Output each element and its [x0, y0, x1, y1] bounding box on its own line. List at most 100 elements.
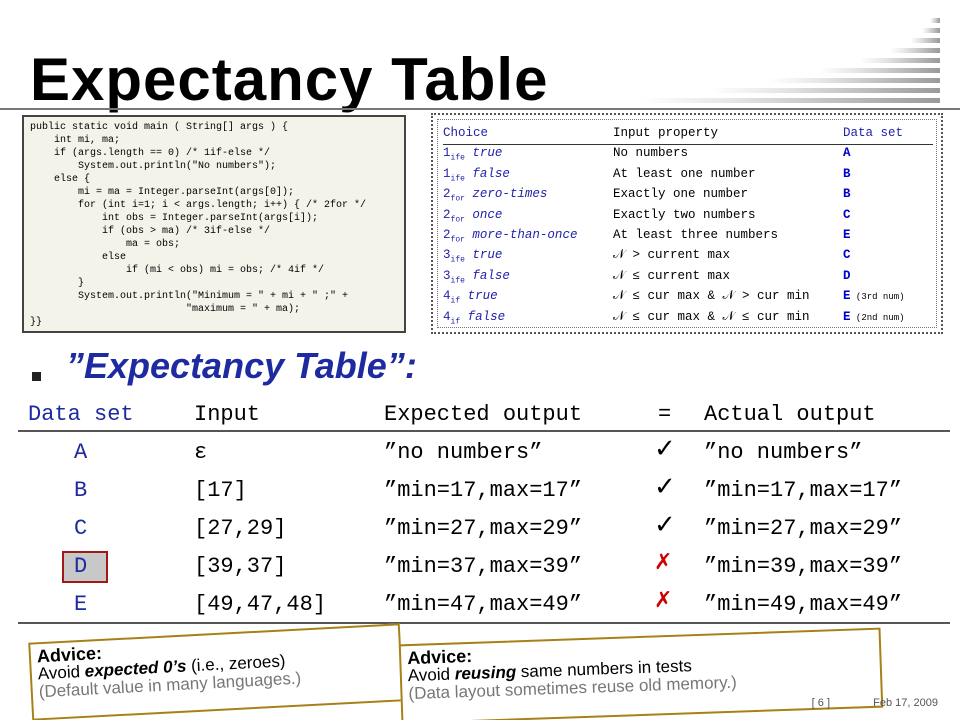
- input-property: 𝒩 ≤ cur max & 𝒩 ≤ cur min: [613, 309, 810, 324]
- choice-label: 4if true: [443, 289, 498, 306]
- input-cell: [49,47,48]: [194, 592, 327, 617]
- code-line: System.out.println("No numbers");: [30, 161, 277, 172]
- code-line: if (obs > ma) /* 3if-else */: [30, 226, 271, 237]
- expectancy-header-row: Data set Input Expected output = Actual …: [18, 396, 950, 434]
- header-underline: [18, 430, 950, 432]
- input-property: 𝒩 > current max: [613, 248, 730, 263]
- title-divider: [0, 108, 960, 110]
- header-actual-output: Actual output: [704, 402, 876, 427]
- input-property: At least one number: [613, 166, 756, 181]
- choice-row: 3ife false 𝒩 ≤ current max D: [443, 267, 933, 287]
- code-listing: public static void main ( String[] args …: [22, 115, 406, 333]
- code-line: System.out.println("Minimum = " + mi + "…: [30, 291, 349, 302]
- expectancy-table: Data set Input Expected output = Actual …: [18, 396, 950, 624]
- data-set-cell: A: [74, 440, 88, 465]
- header-choice: Choice: [443, 126, 489, 140]
- code-line: }}: [30, 317, 43, 328]
- choice-label: 2for once: [443, 207, 503, 225]
- data-set-letter: E (2nd num): [843, 309, 905, 324]
- expectancy-row: E [49,47,48] ”min=47,max=49” ”min=49,max=49…: [18, 586, 950, 624]
- code-line: mi = ma = Integer.parseInt(args[0]);: [30, 187, 295, 198]
- data-set-letter: D: [843, 268, 851, 283]
- choice-row: 1ife false At least one number B: [443, 165, 933, 185]
- expected-output-cell: ”min=37,max=39”: [384, 554, 583, 579]
- code-line: ma = obs;: [30, 239, 181, 250]
- data-set-letter: E (3rd num): [843, 289, 905, 304]
- bullet-square: [32, 372, 41, 381]
- data-set-letter: E: [843, 227, 851, 242]
- cross-icon: ✗: [654, 550, 673, 575]
- data-set-cell: C: [74, 516, 88, 541]
- header-expected-output: Expected output: [384, 402, 583, 427]
- check-icon: ✓: [654, 434, 676, 464]
- code-line: if (mi < obs) mi = obs; /* 4if */: [30, 265, 325, 276]
- cross-icon: ✗: [654, 588, 673, 613]
- input-property: Exactly one number: [613, 187, 749, 202]
- header-data-set: Data set: [28, 402, 134, 427]
- header-input: Input: [194, 402, 261, 427]
- input-cell: ε: [194, 440, 208, 465]
- input-property: Exactly two numbers: [613, 207, 756, 222]
- input-cell: [17]: [194, 478, 247, 503]
- subtitle-text: Expectancy Table: [84, 345, 387, 386]
- choice-row: 1ife true No numbers A: [443, 144, 933, 164]
- choice-label: 3ife false: [443, 268, 510, 286]
- decorative-stripes: [580, 18, 940, 110]
- expected-output-cell: ”no numbers”: [384, 440, 543, 465]
- code-line: }: [30, 278, 85, 289]
- data-set-letter: B: [843, 187, 851, 202]
- choice-row: 2for once Exactly two numbers C: [443, 206, 933, 226]
- check-icon: ✓: [654, 472, 676, 502]
- expectancy-row: D [39,37] ”min=37,max=39” ”min=39,max=39” ✗: [18, 548, 950, 586]
- actual-output-cell: ”min=49,max=49”: [704, 592, 903, 617]
- choice-row: 4if false 𝒩 ≤ cur max & 𝒩 ≤ cur min E (2nd…: [443, 308, 933, 328]
- choice-row: 2for zero-times Exactly one number B: [443, 185, 933, 205]
- code-line: else {: [30, 174, 91, 185]
- header-equals: =: [658, 402, 672, 427]
- actual-output-cell: ”no numbers”: [704, 440, 863, 465]
- data-set-letter: B: [843, 166, 851, 181]
- table-bottom-line: [18, 622, 950, 624]
- page-number: [ 6 ]: [811, 697, 830, 709]
- header-data-set: Data set: [843, 126, 904, 140]
- actual-output-cell: ”min=27,max=29”: [704, 516, 903, 541]
- data-set-cell: B: [74, 478, 88, 503]
- expected-output-cell: ”min=17,max=17”: [384, 478, 583, 503]
- code-line: else: [30, 252, 127, 263]
- code-line: int obs = Integer.parseInt(args[i]);: [30, 213, 319, 224]
- input-cell: [39,37]: [194, 554, 287, 579]
- expectancy-row: Aε ”no numbers” ”no numbers” ✓: [18, 434, 950, 472]
- data-set-letter: C: [843, 248, 851, 263]
- choice-table: Choice Input property Data set 1ife true…: [443, 124, 933, 328]
- choice-row: 2for more-than-once At least three number…: [443, 226, 933, 246]
- actual-output-cell: ”min=39,max=39”: [704, 554, 903, 579]
- advice-note-reusing: Advice: Avoid reusing same numbers in te…: [398, 627, 884, 720]
- input-property: 𝒩 ≤ cur max & 𝒩 > cur min: [613, 289, 810, 304]
- code-line: if (args.length == 0) /* 1if-else */: [30, 148, 271, 159]
- choice-label: 2for more-than-once: [443, 227, 578, 245]
- choice-table-header: Choice Input property Data set: [443, 124, 933, 144]
- section-subtitle: ”Expectancy Table”:: [66, 345, 417, 386]
- choice-row: 3ife true 𝒩 > current max C: [443, 246, 933, 266]
- data-set-cell: E: [74, 592, 88, 617]
- input-property: No numbers: [613, 146, 689, 161]
- expectancy-row: B [17] ”min=17,max=17” ”min=17,max=17” ✓: [18, 472, 950, 510]
- choice-label: 4if false: [443, 309, 506, 327]
- code-line: int mi, ma;: [30, 135, 121, 146]
- input-property: At least three numbers: [613, 227, 779, 242]
- check-icon: ✓: [654, 510, 676, 540]
- data-set-letter: C: [843, 207, 851, 222]
- choice-label: 3ife true: [443, 248, 503, 265]
- expected-output-cell: ”min=27,max=29”: [384, 516, 583, 541]
- expected-output-cell: ”min=47,max=49”: [384, 592, 583, 617]
- choice-label: 1ife true: [443, 146, 503, 163]
- slide-date: Feb 17, 2009: [873, 697, 938, 709]
- data-set-letter: A: [843, 146, 851, 161]
- slide-title: Expectancy Table: [30, 46, 549, 113]
- choice-label: 1ife false: [443, 166, 510, 184]
- advice-note-zeroes: Advice: Avoid expected 0’s (i.e., zeroes…: [28, 623, 404, 720]
- choice-label: 2for zero-times: [443, 187, 548, 204]
- input-property: 𝒩 ≤ current max: [613, 268, 730, 283]
- code-line: public static void main ( String[] args …: [30, 122, 289, 133]
- code-line: for (int i=1; i < args.length; i++) { /*…: [30, 200, 367, 211]
